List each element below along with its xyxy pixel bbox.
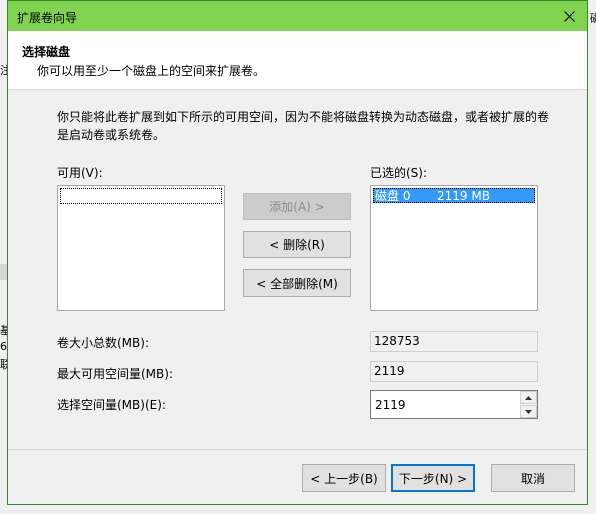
remove-button[interactable]: < 删除(R) [243,231,351,258]
max-space-label: 最大可用空间量(MB): [57,367,173,381]
title-bar[interactable]: 扩展卷向导 [8,1,587,31]
stepper-down-button[interactable] [520,405,537,418]
available-label: 可用(V): [57,166,103,180]
select-space-stepper [370,390,538,419]
selected-label: 已选的(S): [370,166,428,180]
available-disks-list[interactable] [57,185,225,311]
list-focus-item[interactable] [60,188,222,204]
background-text-fragment: 6 [0,340,7,353]
disk-size: 2119 MB [437,189,490,203]
stepper-up-button[interactable] [520,391,537,404]
max-space-value: 2119 [370,361,538,382]
background-text-fragment: 磁 [590,12,596,25]
description-text: 你只能将此卷扩展到如下所示的可用空间，因为不能将磁盘转换为动态磁盘，或者被扩展的… [57,110,550,142]
cancel-button[interactable]: 取消 [491,464,575,492]
page-title: 选择磁盘 [22,45,71,59]
back-button[interactable]: < 上一步(B) [302,464,386,492]
remove-all-button[interactable]: < 全部删除(M) [243,269,351,297]
close-icon [563,10,575,22]
total-size-label: 卷大小总数(MB): [57,336,149,350]
page-subtitle: 你可以用至少一个磁盘上的空间来扩展卷。 [37,64,266,78]
triangle-down-icon [525,409,532,414]
background-scrollbar [0,264,7,280]
wizard-header: 选择磁盘 你可以用至少一个磁盘上的空间来扩展卷。 [8,31,587,90]
next-button[interactable]: 下一步(N) > [391,464,475,492]
select-space-input[interactable] [371,391,519,418]
footer-separator [8,449,587,450]
list-item-disk-0[interactable]: 磁盘 0 2119 MB [373,188,535,203]
extend-volume-wizard-dialog: 扩展卷向导 选择磁盘 你可以用至少一个磁盘上的空间来扩展卷。 你只能将此卷扩展到… [7,0,588,505]
add-button[interactable]: 添加(A) > [243,193,351,220]
triangle-up-icon [525,395,532,400]
stepper-buttons [520,391,537,418]
dialog-title: 扩展卷向导 [17,11,78,25]
close-button[interactable] [551,1,587,31]
selected-disks-list[interactable]: 磁盘 0 2119 MB [370,185,538,311]
select-space-label: 选择空间量(MB)(E): [57,398,166,412]
disk-name: 磁盘 0 [375,189,411,203]
total-size-value: 128753 [370,331,538,352]
